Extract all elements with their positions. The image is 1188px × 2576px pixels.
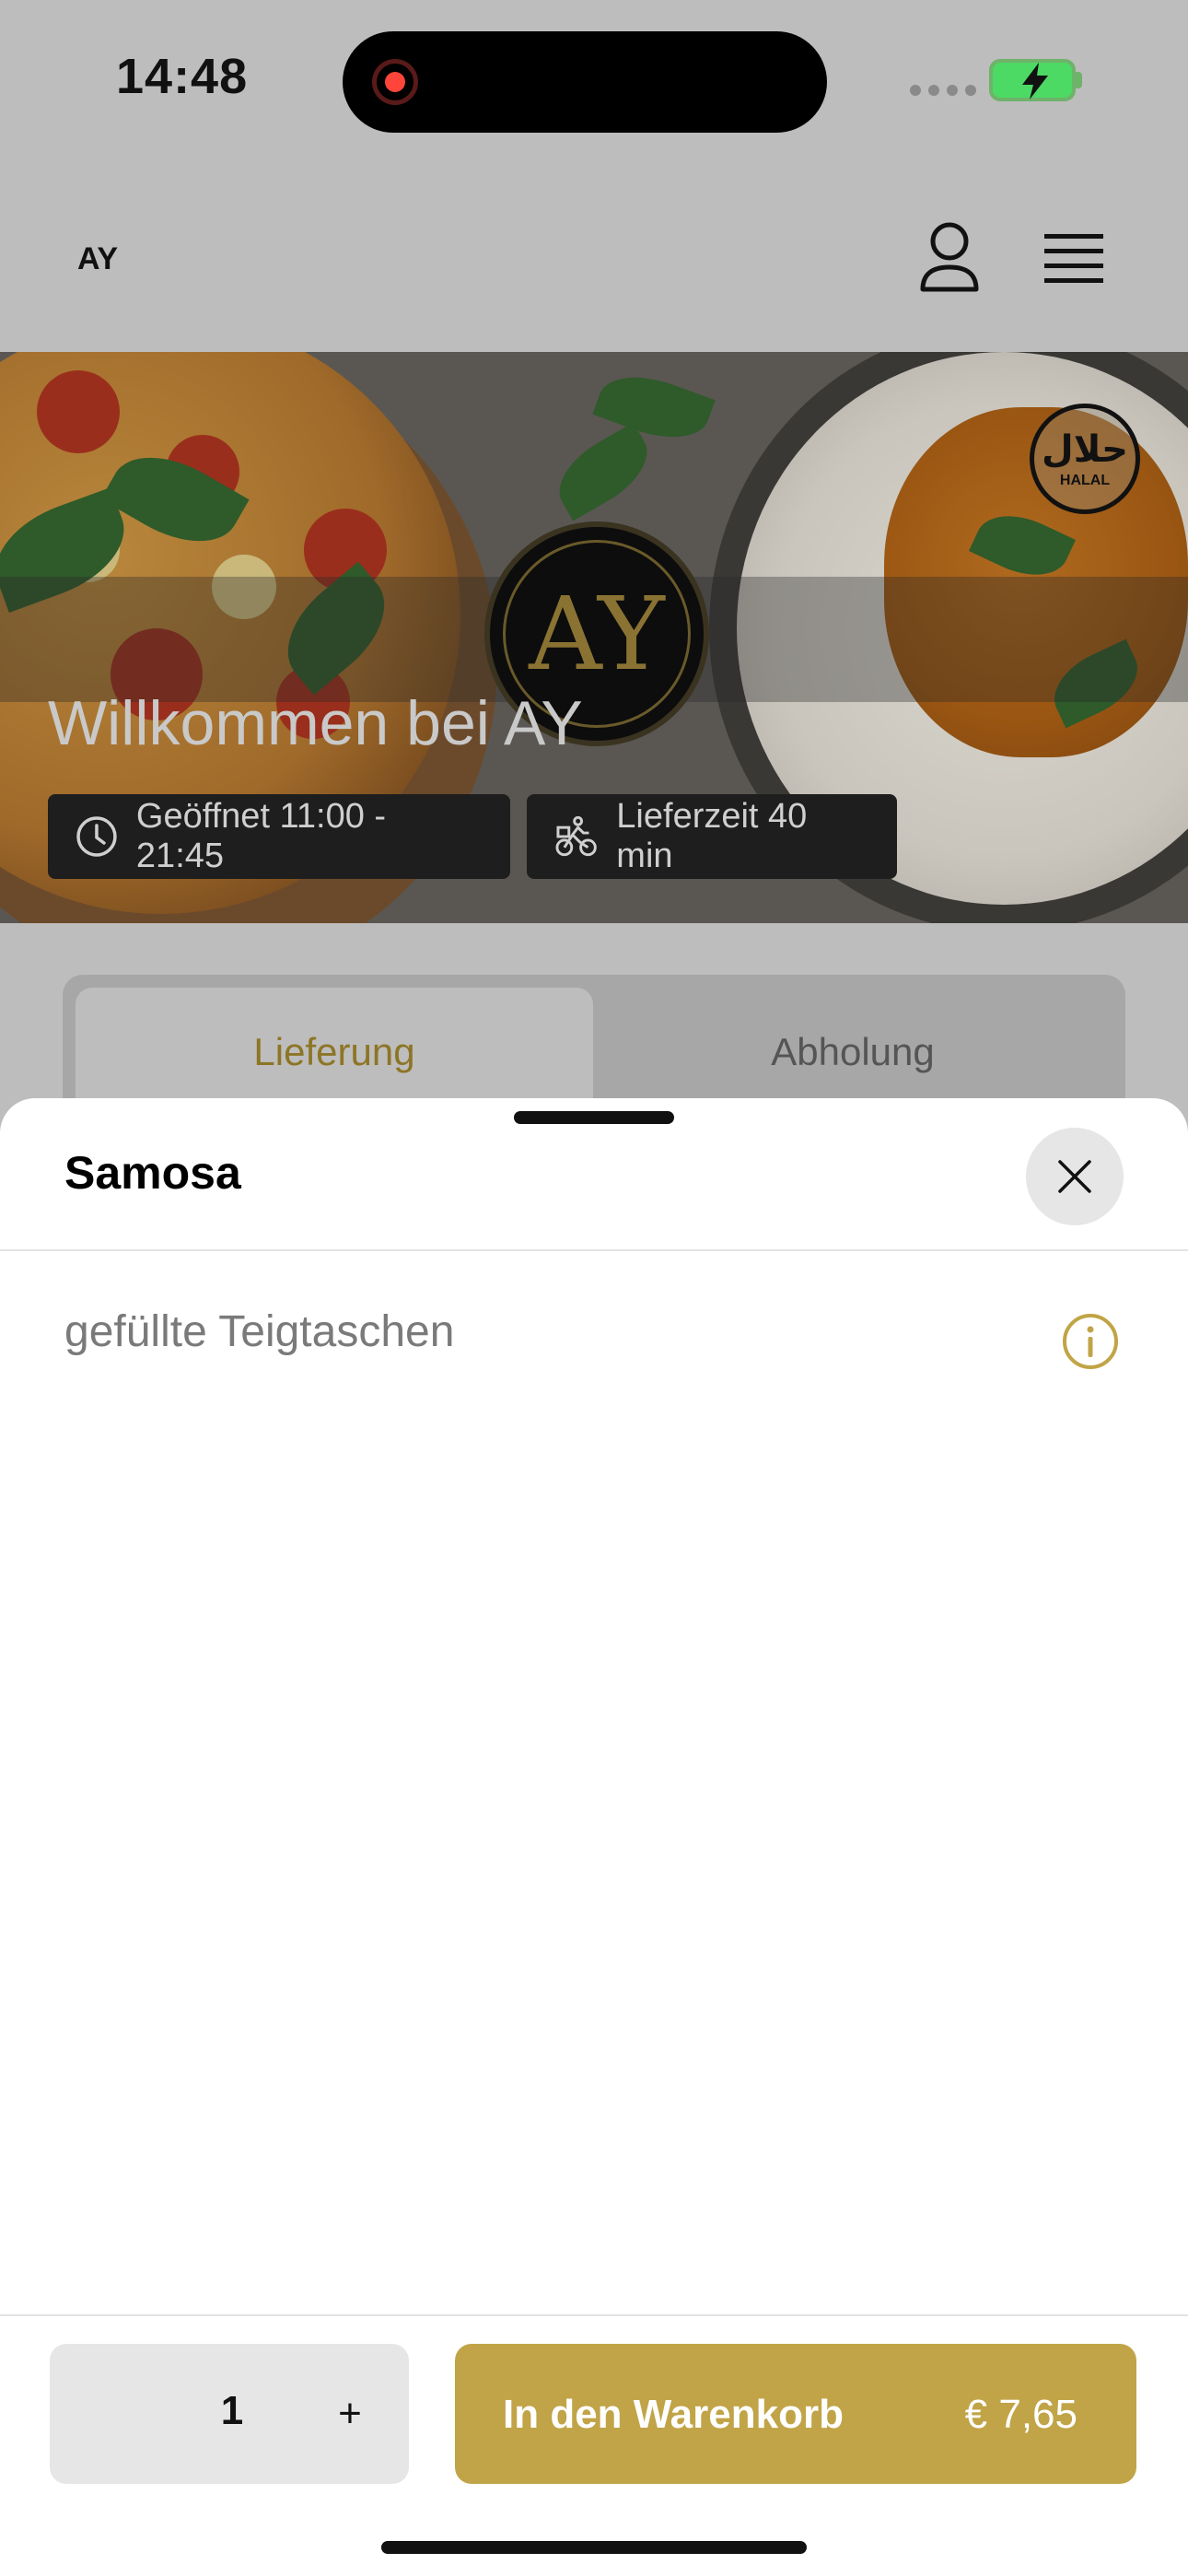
product-sheet: Samosa gefüllte Teigtaschen 1 + In den W…	[0, 1098, 1188, 2576]
signal-icon	[910, 85, 976, 96]
bicycle-courier-icon	[555, 815, 597, 857]
divider	[0, 1249, 1188, 1251]
brand-logo[interactable]: AY	[77, 241, 118, 277]
product-description: gefüllte Teigtaschen	[64, 1307, 455, 1356]
battery-tip	[1076, 72, 1082, 88]
status-time: 14:48	[116, 49, 249, 104]
app-header: AY	[0, 166, 1188, 352]
halal-label: HALAL	[1059, 473, 1111, 488]
close-icon	[1058, 1160, 1091, 1193]
close-button[interactable]	[1026, 1128, 1124, 1225]
welcome-heading: Willkommen bei AY	[48, 688, 583, 758]
add-to-cart-button[interactable]: In den Warenkorb € 7,65	[455, 2344, 1136, 2484]
logo-text: AY	[529, 575, 665, 693]
battery-charging-icon	[989, 59, 1076, 101]
menu-icon[interactable]	[1042, 230, 1107, 287]
user-icon[interactable]	[917, 221, 982, 295]
add-to-cart-label: In den Warenkorb	[503, 2392, 844, 2437]
info-icon[interactable]	[1061, 1312, 1120, 1371]
halal-arabic: حلال	[1042, 428, 1128, 471]
home-indicator	[381, 2541, 807, 2554]
hero-banner: AY حلال HALAL Willkommen bei AY Geöffnet…	[0, 352, 1188, 923]
product-title: Samosa	[64, 1147, 241, 1199]
opening-hours-text: Geöffnet 11:00 - 21:45	[135, 797, 387, 875]
delivery-time-text: Lieferzeit 40 min	[616, 797, 808, 875]
delivery-time-chip: Lieferzeit 40 min	[527, 794, 897, 879]
footer-divider	[0, 2314, 1188, 2316]
price-label: € 7,65	[964, 2392, 1077, 2437]
quantity-stepper: 1 +	[50, 2344, 409, 2484]
quantity-plus-button[interactable]: +	[322, 2386, 378, 2441]
dynamic-island	[343, 31, 827, 133]
record-icon	[372, 59, 418, 105]
clock-icon	[76, 816, 117, 857]
status-bar: 14:48	[0, 0, 1188, 166]
halal-badge-icon: حلال HALAL	[1030, 404, 1140, 514]
quantity-value: 1	[220, 2388, 244, 2433]
sheet-grabber[interactable]	[514, 1111, 674, 1124]
opening-hours-chip: Geöffnet 11:00 - 21:45	[48, 794, 510, 879]
